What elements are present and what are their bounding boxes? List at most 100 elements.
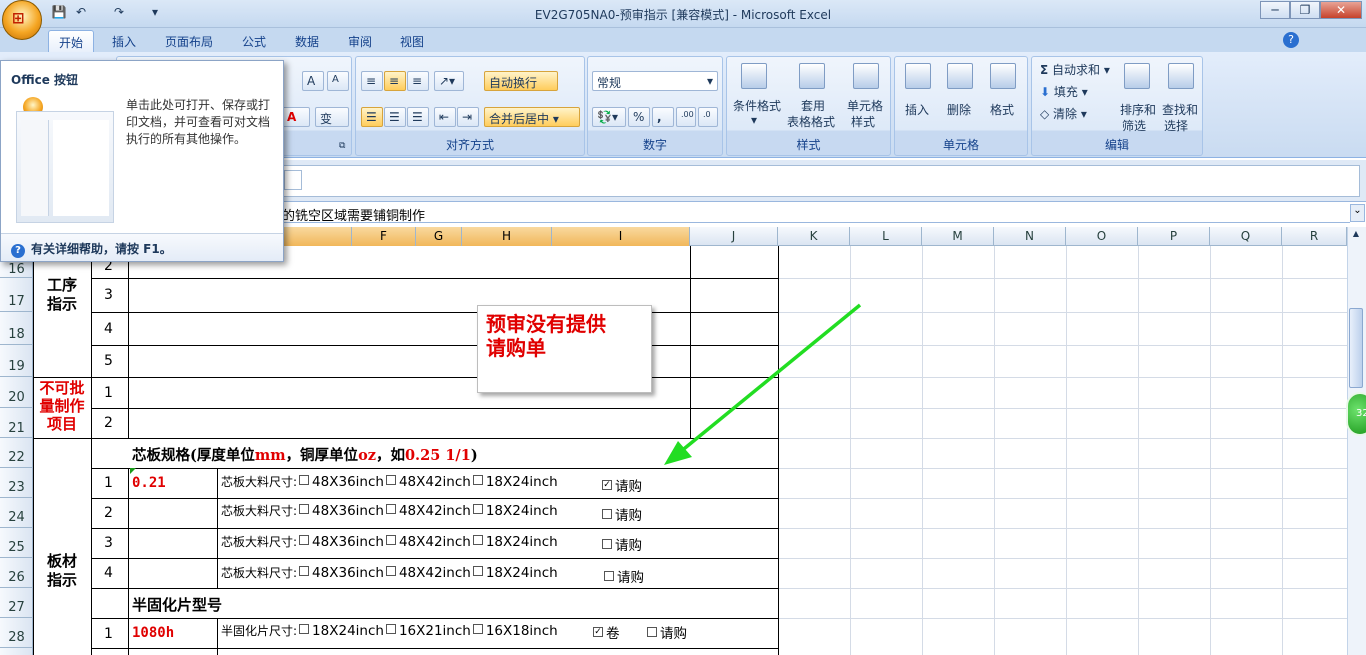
cb-core3-purchase[interactable] — [602, 539, 612, 549]
cb-core1-18x24[interactable] — [472, 475, 483, 485]
format-as-table-label-2[interactable]: 表格格式 — [787, 113, 835, 130]
row-24[interactable]: 24 — [0, 498, 33, 528]
sort-filter-label-1[interactable]: 排序和 — [1120, 101, 1156, 118]
close-button[interactable]: ✕ — [1320, 1, 1362, 19]
increase-decimal-icon[interactable]: .00 — [676, 107, 696, 127]
tab-review[interactable]: 审阅 — [338, 30, 382, 52]
save-icon[interactable]: 💾 — [50, 5, 68, 21]
cb-prepreg-16x21[interactable] — [385, 624, 396, 634]
col-F[interactable]: F — [352, 227, 416, 246]
cb-prepreg-purchase[interactable] — [647, 627, 657, 637]
merge-center-button[interactable]: 合并后居中 ▾ — [484, 107, 580, 127]
col-P[interactable]: P — [1138, 227, 1210, 246]
cb-prepreg-roll-checked[interactable]: ✓ — [593, 627, 603, 637]
row-20[interactable]: 20 — [0, 377, 33, 408]
row-19[interactable]: 19 — [0, 345, 33, 377]
font-color-button[interactable]: A — [282, 107, 310, 127]
align-right-icon[interactable]: ☰ — [407, 107, 429, 127]
orientation-icon[interactable]: ↗▾ — [434, 71, 464, 91]
cb-core2-48x36[interactable] — [299, 504, 310, 514]
help-icon[interactable]: ? — [1283, 32, 1299, 48]
cb-prepreg-16x18[interactable] — [472, 624, 483, 634]
row-27[interactable]: 27 — [0, 588, 33, 618]
number-format-select[interactable]: 常规 ▾ — [592, 71, 718, 91]
undo-icon[interactable]: ↶ — [72, 5, 90, 21]
decrease-indent-icon[interactable]: ⇤ — [434, 107, 456, 127]
font-dialog-launcher-icon[interactable]: ⧉ — [339, 141, 345, 151]
tab-page-layout[interactable]: 页面布局 — [155, 30, 223, 52]
cb-core3-48x36[interactable] — [299, 535, 310, 545]
cb-core4-48x42[interactable] — [385, 566, 396, 576]
scroll-thumb[interactable] — [1349, 308, 1363, 388]
row-23[interactable]: 23 — [0, 468, 33, 498]
row-21[interactable]: 21 — [0, 408, 33, 438]
cb-core2-purchase[interactable] — [602, 509, 612, 519]
format-as-table-label-1[interactable]: 套用 — [801, 97, 825, 114]
tab-insert[interactable]: 插入 — [102, 30, 146, 52]
row-22[interactable]: 22 — [0, 438, 33, 468]
align-left-icon[interactable]: ☰ — [361, 107, 383, 127]
autosum-button[interactable]: Σ 自动求和 ▾ — [1040, 61, 1110, 78]
insert-button[interactable]: 插入 — [905, 101, 929, 118]
align-top-icon[interactable]: ≡ — [361, 71, 383, 91]
cell-styles-label-2[interactable]: 样式 — [851, 113, 875, 130]
col-K[interactable]: K — [778, 227, 850, 246]
cb-core1-purchase-checked[interactable]: ✓ — [602, 480, 612, 490]
col-M[interactable]: M — [922, 227, 994, 246]
comma-button[interactable]: , — [652, 107, 674, 127]
cond-dropdown-icon[interactable]: ▾ — [751, 113, 757, 127]
col-G[interactable]: G — [416, 227, 462, 246]
row-26[interactable]: 26 — [0, 558, 33, 588]
redo-icon[interactable]: ↷ — [110, 5, 128, 21]
row-17[interactable]: 17 — [0, 278, 33, 312]
prepreg-row-1-value[interactable]: 1080h — [132, 625, 174, 641]
col-O[interactable]: O — [1066, 227, 1138, 246]
floating-badge[interactable]: 32 — [1346, 392, 1366, 436]
tab-data[interactable]: 数据 — [285, 30, 329, 52]
cb-core4-48x36[interactable] — [299, 566, 310, 576]
decrease-decimal-icon[interactable]: .0 — [698, 107, 718, 127]
delete-button[interactable]: 删除 — [947, 101, 971, 118]
cb-core2-18x24[interactable] — [472, 504, 483, 514]
find-select-label-1[interactable]: 查找和 — [1162, 101, 1198, 118]
core-row-1-value[interactable]: 0.21 — [132, 475, 166, 491]
align-bottom-icon[interactable]: ≡ — [407, 71, 429, 91]
col-I[interactable]: I — [552, 227, 690, 246]
cb-core4-18x24[interactable] — [472, 566, 483, 576]
expand-formula-icon[interactable]: ⌄ — [1350, 204, 1365, 222]
cb-core2-48x42[interactable] — [385, 504, 396, 514]
grow-font-button[interactable]: A — [302, 71, 324, 91]
cb-core1-48x42[interactable] — [385, 475, 396, 485]
find-select-label-2[interactable]: 选择 — [1164, 117, 1188, 134]
col-Q[interactable]: Q — [1210, 227, 1282, 246]
col-N[interactable]: N — [994, 227, 1066, 246]
phonetic-button[interactable]: 变 — [315, 107, 349, 127]
scroll-up-icon[interactable]: ▲ — [1349, 229, 1363, 243]
name-box[interactable] — [284, 170, 302, 190]
conditional-format-button[interactable]: 条件格式 — [733, 97, 781, 114]
vertical-scrollbar[interactable] — [1347, 227, 1366, 655]
shrink-font-button[interactable]: A — [327, 71, 349, 91]
align-center-icon[interactable]: ☰ — [384, 107, 406, 127]
col-L[interactable]: L — [850, 227, 922, 246]
restore-button[interactable]: ❐ — [1290, 1, 1320, 19]
increase-indent-icon[interactable]: ⇥ — [457, 107, 479, 127]
clear-button[interactable]: ◇ 清除 ▾ — [1040, 105, 1087, 122]
qat-dropdown-icon[interactable]: ▾ — [146, 5, 164, 21]
tab-view[interactable]: 视图 — [390, 30, 434, 52]
annotation-note[interactable]: 预审没有提供 请购单 — [477, 305, 652, 393]
tab-home[interactable]: 开始 — [48, 30, 95, 52]
currency-icon[interactable]: 💱▾ — [592, 107, 626, 127]
cb-core4-purchase[interactable] — [604, 571, 614, 581]
format-button[interactable]: 格式 — [990, 101, 1014, 118]
col-R[interactable]: R — [1282, 227, 1347, 246]
percent-button[interactable]: % — [628, 107, 650, 127]
fill-button[interactable]: ⬇ 填充 ▾ — [1040, 83, 1088, 100]
cb-core1-48x36[interactable] — [299, 475, 310, 485]
col-H[interactable]: H — [462, 227, 552, 246]
wrap-text-button[interactable]: 自动换行 — [484, 71, 558, 91]
cb-prepreg-18x24[interactable] — [299, 624, 310, 634]
align-middle-icon[interactable]: ≡ — [384, 71, 406, 91]
row-25[interactable]: 25 — [0, 528, 33, 558]
sort-filter-label-2[interactable]: 筛选 — [1122, 117, 1146, 134]
